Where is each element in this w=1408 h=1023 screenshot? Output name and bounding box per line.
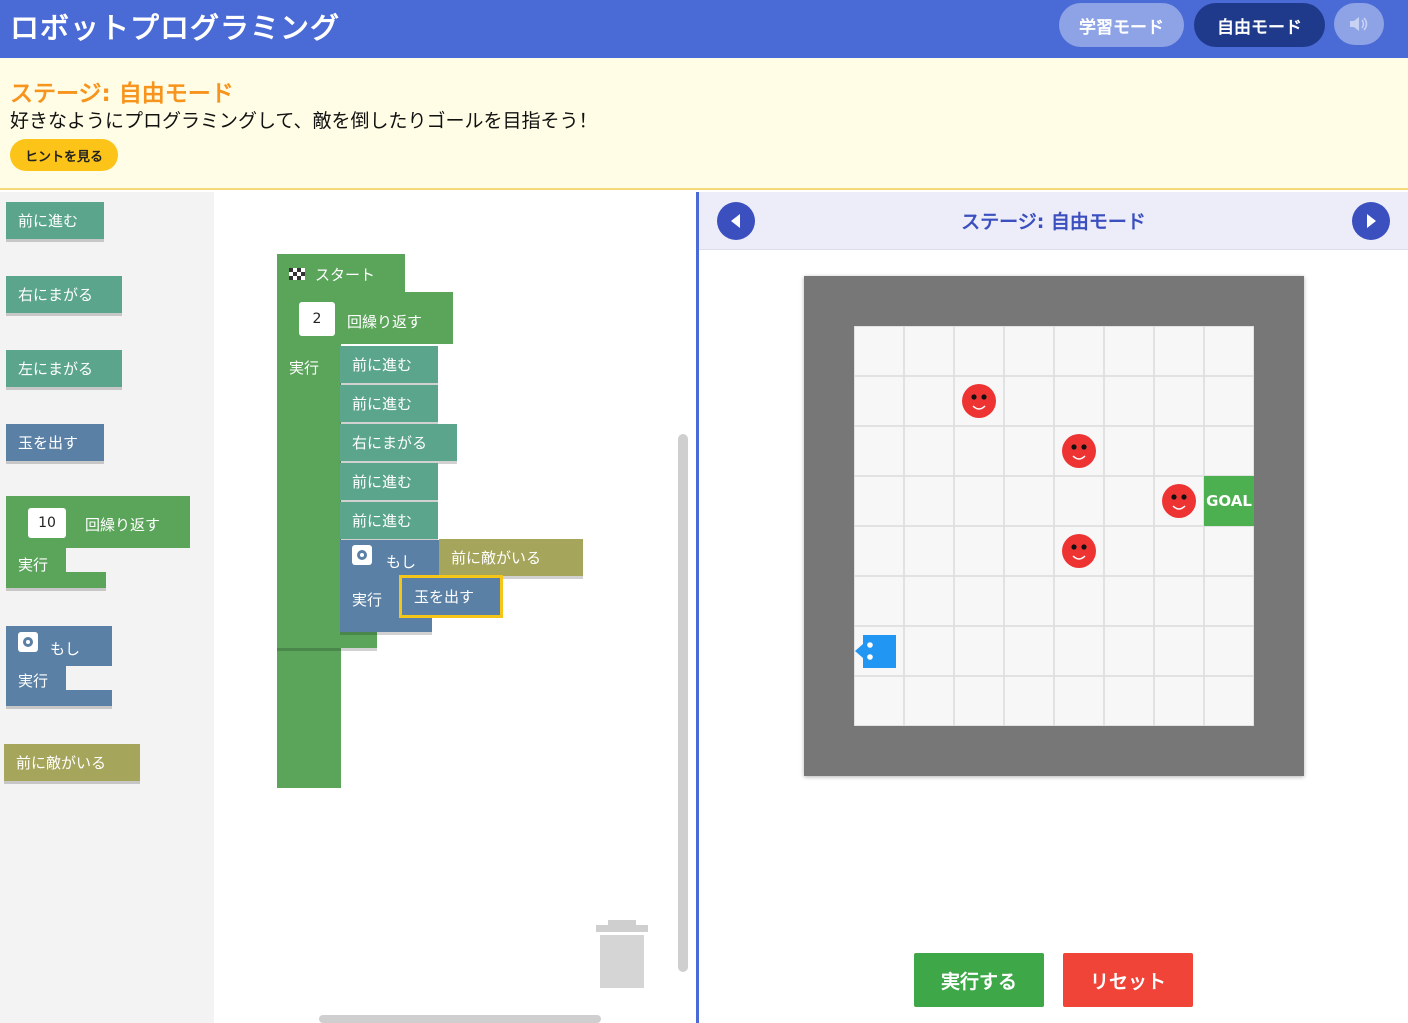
step-forward-block[interactable]: 前に進む bbox=[340, 502, 438, 539]
block-label: 前に進む bbox=[352, 356, 413, 374]
enemy-icon bbox=[1162, 484, 1196, 518]
goal-tile: GOAL bbox=[1204, 476, 1254, 526]
enemy-icon bbox=[1062, 434, 1096, 468]
horizontal-scrollbar[interactable] bbox=[319, 1015, 601, 1023]
do-label: 実行 bbox=[289, 359, 320, 377]
toolbox-repeat-block[interactable]: 10 回繰り返す 実行 bbox=[6, 496, 190, 590]
block-label: 前に進む bbox=[18, 212, 79, 230]
robot-icon bbox=[855, 635, 896, 668]
block-label: 前に進む bbox=[352, 473, 413, 491]
repeat-block-body bbox=[277, 342, 341, 788]
speaker-icon bbox=[1350, 17, 1368, 31]
if-label: もし bbox=[50, 640, 81, 658]
if-block-footer bbox=[340, 616, 432, 632]
block-label: 前に敵がいる bbox=[16, 754, 107, 772]
repeat-label: 回繰り返す bbox=[85, 516, 161, 534]
stage-panel-title: ステージ: 自由モード bbox=[961, 211, 1146, 233]
enemy-icon bbox=[1062, 534, 1096, 568]
game-grid bbox=[854, 326, 1254, 726]
sound-button[interactable] bbox=[1334, 3, 1384, 45]
reset-button[interactable]: リセット bbox=[1063, 953, 1193, 1007]
vertical-scrollbar[interactable] bbox=[678, 434, 688, 972]
arrow-right-icon bbox=[1367, 214, 1376, 228]
app-title: ロボットプログラミング bbox=[10, 11, 341, 45]
do-label: 実行 bbox=[18, 556, 49, 574]
block-label: 右にまがる bbox=[18, 286, 94, 304]
gear-icon[interactable] bbox=[352, 545, 372, 565]
condition-enemy-ahead-block[interactable]: 前に敵がいる bbox=[439, 539, 583, 576]
app-header: ロボットプログラミング 学習モード 自由モード bbox=[0, 0, 1408, 58]
block-label: 左にまがる bbox=[18, 360, 94, 378]
toolbox-turn-right-block[interactable]: 右にまがる bbox=[6, 276, 122, 313]
toolbox-turn-left-block[interactable]: 左にまがる bbox=[6, 350, 122, 387]
start-block[interactable]: スタート bbox=[277, 254, 405, 294]
block-toolbox: 前に進む 右にまがる 左にまがる 玉を出す 10 回繰り返す 実行 もし 実行 … bbox=[0, 192, 214, 1023]
block-label: 玉を出す bbox=[18, 434, 79, 452]
learn-mode-button[interactable]: 学習モード bbox=[1059, 3, 1184, 47]
repeat-count-input[interactable]: 2 bbox=[299, 302, 335, 336]
step-forward-block[interactable]: 前に進む bbox=[340, 346, 438, 383]
toolbox-enemy-ahead-block[interactable]: 前に敵がいる bbox=[4, 744, 140, 781]
stage-description: 好きなようにプログラミングして、敵を倒したりゴールを目指そう！ bbox=[10, 110, 598, 132]
stage-panel: ステージ: 自由モード GOAL 実行する リセット bbox=[699, 192, 1408, 1023]
free-mode-button[interactable]: 自由モード bbox=[1194, 3, 1325, 47]
do-label: 実行 bbox=[352, 591, 383, 609]
trash-can-icon[interactable] bbox=[594, 920, 650, 990]
block-workspace[interactable]: スタート 2 回繰り返す 実行 前に進む 前に進む 右にまがる 前に進む 前に進… bbox=[214, 192, 696, 1023]
gear-icon[interactable] bbox=[18, 632, 38, 652]
run-button[interactable]: 実行する bbox=[914, 953, 1044, 1007]
game-board: GOAL bbox=[804, 276, 1304, 776]
step-forward-block[interactable]: 前に進む bbox=[340, 385, 438, 422]
enemy-icon bbox=[962, 384, 996, 418]
hint-button[interactable]: ヒントを見る bbox=[10, 139, 118, 171]
action-shoot-block-selected[interactable]: 玉を出す bbox=[399, 575, 503, 618]
stage-info-bar: ステージ: 自由モード 好きなようにプログラミングして、敵を倒したりゴールを目指… bbox=[0, 58, 1408, 190]
next-stage-button[interactable] bbox=[1352, 202, 1390, 240]
toolbox-forward-block[interactable]: 前に進む bbox=[6, 202, 104, 239]
stage-title: ステージ: 自由モード bbox=[10, 81, 234, 107]
block-label: 前に敵がいる bbox=[451, 549, 542, 567]
step-turn-right-block[interactable]: 右にまがる bbox=[340, 424, 457, 461]
block-label: 右にまがる bbox=[352, 434, 428, 452]
step-forward-block[interactable]: 前に進む bbox=[340, 463, 438, 500]
if-label: もし bbox=[386, 553, 417, 571]
start-label: スタート bbox=[315, 265, 376, 284]
block-label: 玉を出す bbox=[414, 588, 475, 606]
block-label: 前に進む bbox=[352, 512, 413, 530]
repeat-label: 回繰り返す bbox=[347, 313, 423, 331]
toolbox-if-block[interactable]: もし 実行 bbox=[6, 626, 112, 706]
repeat-count-input[interactable]: 10 bbox=[28, 508, 66, 538]
toolbox-shoot-block[interactable]: 玉を出す bbox=[6, 424, 104, 461]
checkered-flag-icon bbox=[289, 268, 305, 280]
do-label: 実行 bbox=[18, 672, 49, 690]
repeat-block-footer bbox=[277, 632, 377, 648]
block-label: 前に進む bbox=[352, 395, 413, 413]
